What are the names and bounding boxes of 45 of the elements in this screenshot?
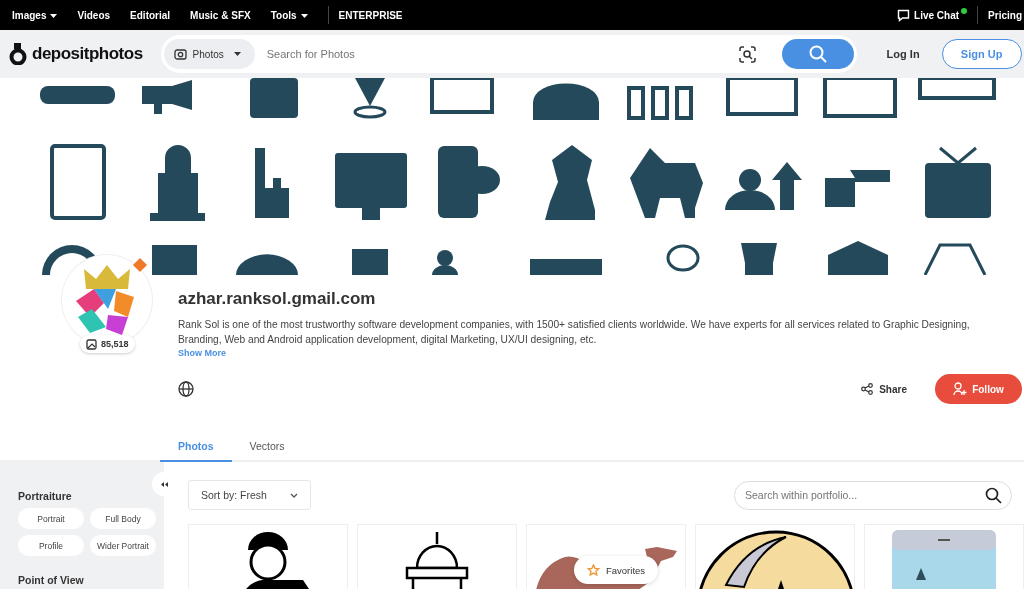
nav-link[interactable]: Videos <box>77 9 111 21</box>
live-chat-link[interactable]: Live Chat <box>914 9 960 21</box>
search-icon[interactable] <box>985 486 1002 504</box>
follow-button[interactable]: Follow <box>935 374 1022 404</box>
tab[interactable]: Vectors <box>231 432 303 462</box>
pricing-link[interactable]: Pricing <box>988 9 1022 21</box>
filter-chip[interactable]: Wider Portrait <box>90 535 156 556</box>
share-icon <box>861 383 874 395</box>
filter-chip[interactable]: Profile <box>18 535 84 556</box>
nav-link[interactable]: Tools <box>270 9 308 21</box>
search-field[interactable]: Photos Search for Photos <box>160 35 857 73</box>
add-user-icon <box>953 382 968 396</box>
filter-section-title: Portraiture <box>18 490 73 502</box>
portfolio-search-field[interactable]: Search within portfolio... <box>734 480 1012 510</box>
logo-icon <box>8 43 28 65</box>
logo-text: depositphotos <box>32 44 143 64</box>
search-icon <box>808 45 827 63</box>
thumbnail-card[interactable] <box>357 524 517 589</box>
profile-description: Rank Sol is one of the most trustworthy software development companies, with 1500+ satisfied clients worldwide. We have experts for all services related to Graphic Designing, Branding, Web and Android application development, digital Marketing, UX/UI designing, etc. <box>178 318 971 347</box>
double-chevron-icon <box>160 481 168 487</box>
camera-icon <box>173 48 187 60</box>
sort-dropdown[interactable]: Sort by: Fresh <box>188 480 311 510</box>
chevron-down-icon <box>290 492 298 498</box>
files-count: 85,518 <box>101 339 129 349</box>
chat-icon <box>897 8 911 22</box>
thumbnail-card[interactable] <box>864 524 1024 589</box>
filter-chip[interactable]: Portrait <box>18 508 84 529</box>
category-dropdown[interactable]: Photos <box>163 39 255 69</box>
globe-icon[interactable] <box>178 381 194 397</box>
enterprise-link[interactable]: ENTERPRISE <box>338 9 403 21</box>
filter-section-title: Point of View <box>18 574 85 586</box>
share-button[interactable]: Share <box>855 382 913 396</box>
favorites-button[interactable]: Favorites <box>574 556 659 584</box>
search-button[interactable] <box>781 39 854 69</box>
log-in-link[interactable]: Log In <box>886 48 920 60</box>
caret-icon <box>233 52 241 56</box>
star-icon <box>587 563 600 577</box>
profile-name: azhar.ranksol.gmail.com <box>178 289 377 309</box>
image-icon <box>86 338 97 350</box>
nav-link[interactable]: Images <box>12 9 58 21</box>
filter-chip[interactable]: Full Body <box>90 508 156 529</box>
visual-search-icon[interactable] <box>738 45 756 63</box>
nav-link[interactable]: Music & SFX <box>190 9 251 21</box>
thumbnail-card[interactable] <box>188 524 348 589</box>
nav-link[interactable]: Editorial <box>130 9 171 21</box>
